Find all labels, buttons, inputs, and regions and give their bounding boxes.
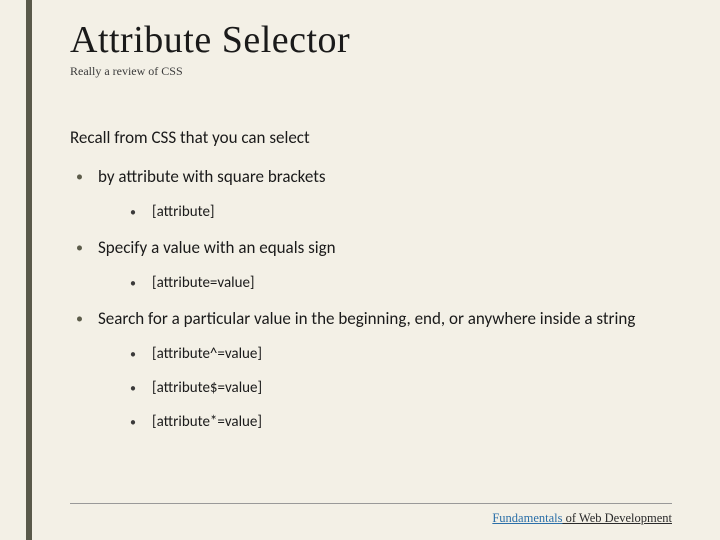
sub-list: [attribute]	[98, 203, 672, 221]
slide-subtitle: Really a review of CSS	[70, 64, 672, 79]
list-item-text: Specify a value with an equals sign	[98, 237, 336, 258]
list-item-text: Search for a particular value in the beg…	[98, 308, 635, 329]
slide-title: Attribute Selector	[70, 18, 672, 62]
side-accent-stripe	[26, 0, 32, 540]
footer-text: Fundamentals of Web Development	[492, 511, 672, 526]
sub-list: [attribute=value]	[98, 274, 672, 292]
list-item-text: by attribute with square brackets	[98, 166, 326, 187]
footer-brand: Fundamentals	[492, 511, 562, 525]
intro-text: Recall from CSS that you can select	[70, 127, 672, 148]
sub-list-item: [attribute*=value]	[124, 413, 672, 431]
bullet-list: by attribute with square brackets [attri…	[70, 166, 672, 431]
sub-list: [attribute^=value] [attribute$=value] [a…	[98, 345, 672, 431]
list-item: Search for a particular value in the beg…	[74, 308, 672, 431]
sub-list-item: [attribute^=value]	[124, 345, 672, 363]
sub-list-item: [attribute$=value]	[124, 379, 672, 397]
list-item: Specify a value with an equals sign [att…	[74, 237, 672, 292]
sub-list-item: [attribute=value]	[124, 274, 672, 292]
list-item: by attribute with square brackets [attri…	[74, 166, 672, 221]
footer-divider	[70, 503, 672, 504]
footer-rest: of Web Development	[563, 511, 673, 525]
sub-list-item: [attribute]	[124, 203, 672, 221]
